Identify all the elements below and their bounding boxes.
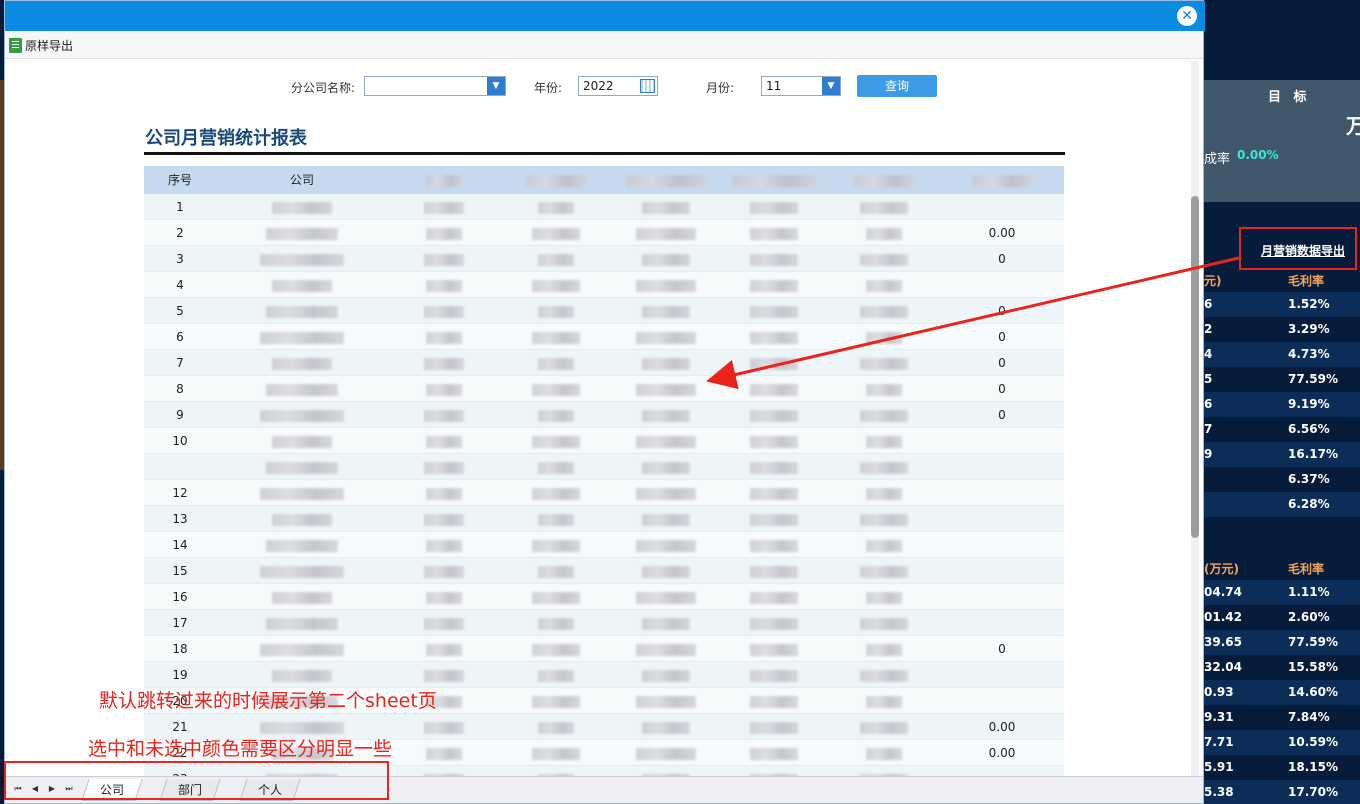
annotation-arrow xyxy=(706,256,1240,390)
